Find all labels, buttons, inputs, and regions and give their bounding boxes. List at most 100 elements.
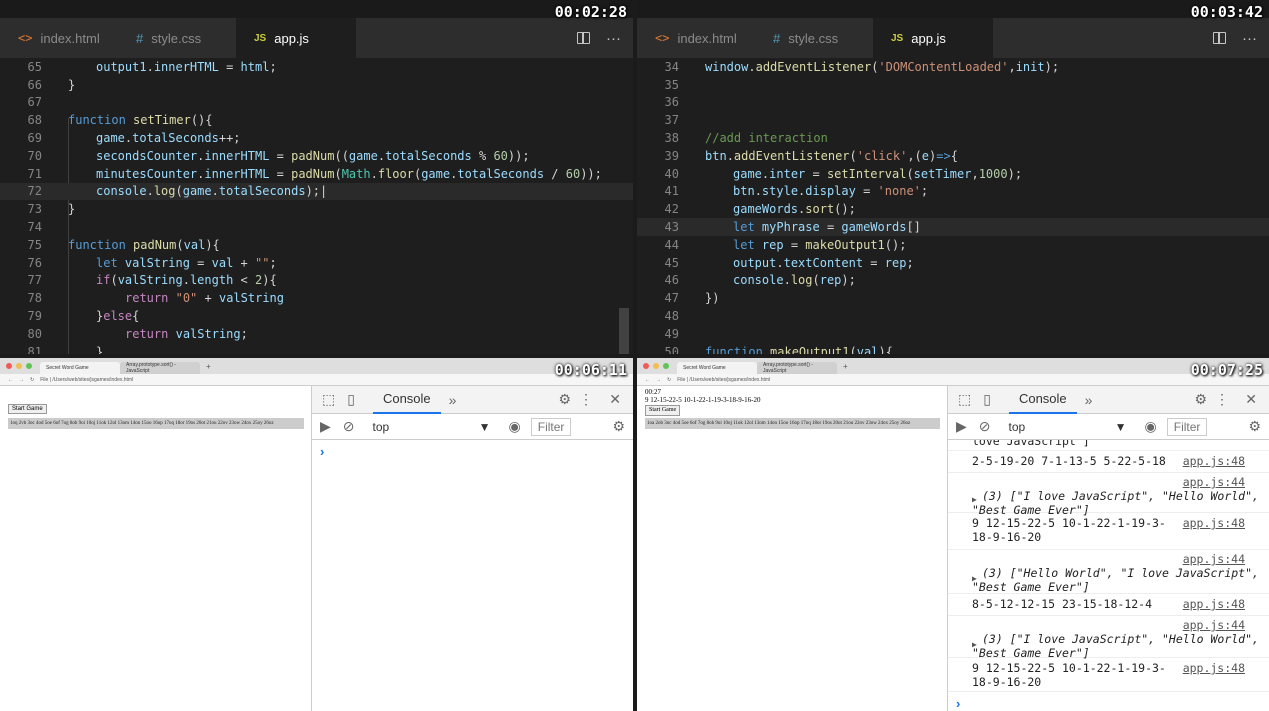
back-icon[interactable]: ← [8,377,13,383]
line-number: 42 [664,202,679,217]
video-timestamp: 00:02:28 [554,3,627,21]
tab-label: app.js [911,30,946,46]
start-game-button[interactable]: Start Game [8,404,47,414]
forward-icon[interactable]: → [656,377,661,383]
code-line: console.log(rep); [733,273,856,288]
settings-gear-icon[interactable]: ⚙ [1194,391,1207,408]
back-icon[interactable]: ← [645,377,650,383]
code-line: function padNum(val){ [68,237,220,252]
new-tab-icon[interactable]: + [843,362,848,371]
live-expression-eye-icon[interactable]: ◉ [1145,418,1157,435]
code-line: secondsCounter.innerHTML = padNum((game.… [96,148,530,163]
code-area[interactable]: 65 output1.innerHTML = html; 66} 67 68 fun… [0,58,633,354]
expand-triangle-icon[interactable]: ▶ [972,493,977,507]
minimize-window-icon[interactable] [16,363,22,369]
device-toolbar-icon[interactable]: ▯ [983,391,991,408]
dropdown-arrow-icon: ▼ [1114,419,1127,434]
address-bar[interactable]: ← → ↻ File | /Users/web/sites/jsgames/in… [637,374,1269,386]
browser-tab[interactable]: Array.prototype.sort() - JavaScript [757,362,837,374]
browser-tab[interactable]: Secret Word Game [677,362,757,374]
settings-gear-icon[interactable]: ⚙ [558,391,571,408]
line-number: 76 [27,255,42,270]
log-source-link[interactable]: app.js:44 [1183,618,1245,632]
tab-app-js[interactable]: JS app.js [873,18,993,58]
more-tabs-icon[interactable]: » [449,392,457,408]
log-text: (3) ["I love JavaScript", "Hello World",… [972,632,1259,660]
reload-icon[interactable]: ↻ [30,377,34,383]
tab-index-html[interactable]: <> index.html [0,18,118,58]
start-game-button[interactable]: Start Game [645,404,681,416]
tab-index-html[interactable]: <> index.html [637,18,755,58]
code-area[interactable]: 34 window.addEventListener('DOMContentLoa… [637,58,1269,354]
more-actions-icon[interactable]: ··· [606,30,621,47]
console-log-row: app.js:44 ▶ (3) ["I love JavaScript", "H… [948,473,1269,517]
context-select[interactable]: top ▼ [367,420,497,434]
log-source-link[interactable]: app.js:48 [1183,454,1245,468]
window-titlebar [0,0,633,18]
reload-icon[interactable]: ↻ [667,377,671,383]
expand-triangle-icon[interactable]: ▶ [972,638,977,652]
log-source-link[interactable]: app.js:44 [1183,475,1245,489]
tab-app-js[interactable]: JS app.js [236,18,356,58]
page-viewport: 00:27 9 12-15-22-5 10-1-22-1-19-3-18-9-1… [637,386,948,711]
forward-icon[interactable]: → [19,377,24,383]
line-number: 37 [664,113,679,128]
console-prompt[interactable]: › [948,692,1269,711]
window-titlebar [637,0,1269,18]
kebab-menu-icon[interactable]: ⋮ [1215,391,1229,408]
editor-actions: ··· [1213,18,1257,58]
close-devtools-icon[interactable]: ✕ [1245,391,1257,408]
log-text: 8-5-12-12-15 23-15-18-12-4 [972,597,1153,611]
expand-triangle-icon[interactable]: ▶ [972,572,977,586]
inspect-element-icon[interactable]: ⬚ [958,391,971,408]
filter-input[interactable]: Filter [530,417,572,436]
tab-label: index.html [40,30,100,46]
console-log-list: love JavaScript"] 2-5-19-20 7-1-13-5 5-2… [948,440,1269,711]
maximize-window-icon[interactable] [26,363,32,369]
line-number: 38 [664,131,679,146]
clear-console-icon[interactable]: ⊘ [343,418,355,435]
log-source-link[interactable]: app.js:44 [1183,552,1245,566]
tab-console[interactable]: Console [1008,386,1077,414]
filter-input[interactable]: Filter [1166,417,1208,436]
kebab-menu-icon[interactable]: ⋮ [579,391,593,408]
sidebar-toggle-icon[interactable]: ▶ [956,418,967,435]
new-tab-icon[interactable]: + [206,362,211,371]
more-tabs-icon[interactable]: » [1085,392,1093,408]
console-prompt[interactable]: › [312,440,633,463]
browser-tab[interactable]: Array.prototype.sort() - JavaScript [120,362,200,374]
live-expression-eye-icon[interactable]: ◉ [509,418,521,435]
address-bar[interactable]: ← → ↻ File | /Users/web/sites/jsgames/in… [0,374,633,386]
log-source-link[interactable]: app.js:48 [1183,597,1245,611]
maximize-window-icon[interactable] [663,363,669,369]
minimize-window-icon[interactable] [653,363,659,369]
close-window-icon[interactable] [6,363,12,369]
line-number: 44 [664,237,679,252]
tab-style-css[interactable]: # style.css [118,18,236,58]
code-line: game.inter = setInterval(setTimer,1000); [733,166,1023,181]
log-source-link[interactable]: app.js:48 [1183,661,1245,675]
line-number: 67 [27,95,42,110]
context-select[interactable]: top ▼ [1003,420,1133,434]
inspect-element-icon[interactable]: ⬚ [322,391,335,408]
sidebar-toggle-icon[interactable]: ▶ [320,418,331,435]
device-toolbar-icon[interactable]: ▯ [347,391,355,408]
more-actions-icon[interactable]: ··· [1242,30,1257,47]
clear-console-icon[interactable]: ⊘ [979,418,991,435]
log-source-link[interactable]: app.js:48 [1183,516,1245,530]
console-settings-gear-icon[interactable]: ⚙ [612,418,625,435]
address-text: File | /Users/web/sites/jsgames/index.ht… [677,376,771,383]
tab-console[interactable]: Console [372,386,441,414]
split-editor-icon[interactable] [577,32,590,44]
tab-style-css[interactable]: # style.css [755,18,873,58]
editor-actions: ··· [577,18,621,58]
log-text: love JavaScript"] [972,440,1090,448]
console-filterbar: ▶ ⊘ top ▼ ◉ Filter ⚙ [948,414,1269,440]
close-window-icon[interactable] [643,363,649,369]
split-editor-icon[interactable] [1213,32,1226,44]
browser-tab[interactable]: Secret Word Game [40,362,120,374]
console-settings-gear-icon[interactable]: ⚙ [1248,418,1261,435]
vertical-scrollbar[interactable] [619,308,629,354]
close-devtools-icon[interactable]: ✕ [609,391,621,408]
line-number: 48 [664,309,679,324]
